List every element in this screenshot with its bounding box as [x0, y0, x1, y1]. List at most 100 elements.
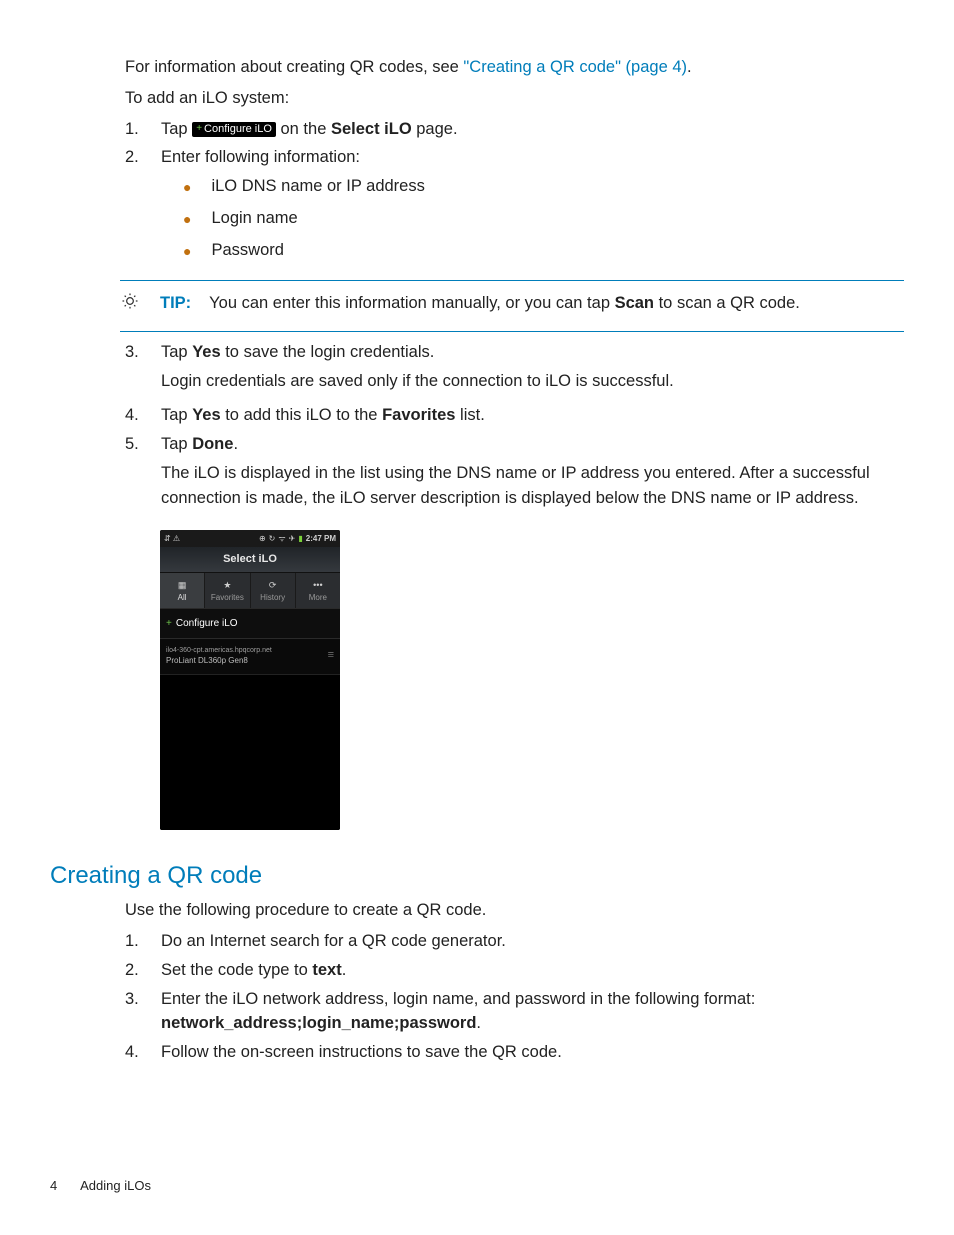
- step-number: 4.: [125, 403, 139, 428]
- step-content: Do an Internet search for a QR code gene…: [161, 929, 904, 954]
- text: Use the following procedure to create a …: [125, 898, 904, 923]
- sub-item: ●Login name: [183, 206, 904, 232]
- step-5: 5. Tap Done. The iLO is displayed in the…: [125, 432, 904, 516]
- step-1: 1. Tap +Configure iLO on the Select iLO …: [125, 117, 904, 142]
- phone-screenshot: ⇵ ⚠ ⊕ ↻ ᯤ ✈ ▮ 2:47 PM Select iLO ▦All ★F…: [160, 530, 340, 830]
- sub-item: ●Password: [183, 238, 904, 264]
- text: Tap: [161, 343, 192, 361]
- phone-title: Select iLO: [160, 547, 340, 573]
- page: For information about creating QR codes,…: [0, 0, 954, 1235]
- sub-list: ●iLO DNS name or IP address ●Login name …: [183, 174, 904, 264]
- text: page.: [412, 120, 458, 138]
- text: list.: [455, 406, 484, 424]
- qr-step-1: 1. Do an Internet search for a QR code g…: [125, 929, 904, 954]
- text: iLO DNS name or IP address: [211, 174, 424, 200]
- status-right: ⊕ ↻ ᯤ ✈ ▮ 2:47 PM: [259, 533, 336, 545]
- steps-list-1: 1. Tap +Configure iLO on the Select iLO …: [125, 117, 904, 271]
- page-number: 4: [50, 1178, 57, 1193]
- step-number: 5.: [125, 432, 139, 516]
- ilo-description: ProLiant DL360p Gen8: [166, 656, 248, 665]
- tab-label: Favorites: [211, 593, 244, 602]
- tab-favorites[interactable]: ★Favorites: [205, 573, 250, 609]
- step-4: 4. Tap Yes to add this iLO to the Favori…: [125, 403, 904, 428]
- section-heading-creating-qr: Creating a QR code: [50, 858, 904, 894]
- intro-block: For information about creating QR codes,…: [125, 55, 904, 111]
- bold-text: network_address;login_name;password: [161, 1014, 476, 1032]
- sync-icon: ↻: [269, 533, 276, 545]
- tip-text: TIP: You can enter this information manua…: [160, 291, 800, 319]
- bold-text: Scan: [615, 294, 654, 312]
- tip-label: TIP:: [160, 294, 191, 312]
- step-content: Tap Yes to add this iLO to the Favorites…: [161, 403, 904, 428]
- phone-status-bar: ⇵ ⚠ ⊕ ↻ ᯤ ✈ ▮ 2:47 PM: [160, 530, 340, 547]
- text: Tap: [161, 435, 192, 453]
- qr-step-3: 3. Enter the iLO network address, login …: [125, 987, 904, 1037]
- status-left-icons: ⇵ ⚠: [164, 533, 180, 545]
- step-number: 1.: [125, 117, 139, 142]
- battery-icon: ▮: [298, 533, 302, 545]
- step-content: Enter following information: ● iLO DNS na…: [161, 145, 904, 270]
- bold-text: Yes: [192, 406, 220, 424]
- configure-ilo-chip: +Configure iLO: [192, 122, 276, 137]
- bold-text: Favorites: [382, 406, 455, 424]
- text: Tap: [161, 406, 192, 424]
- bold-text: Done: [192, 435, 233, 453]
- phone-configure-row[interactable]: +Configure iLO: [160, 608, 340, 639]
- step-content: Enter the iLO network address, login nam…: [161, 987, 904, 1037]
- text: to add this iLO to the: [221, 406, 382, 424]
- step-content: Tap Yes to save the login credentials. L…: [161, 340, 904, 400]
- gps-icon: ⊕: [259, 533, 266, 545]
- tab-history[interactable]: ⟳History: [251, 573, 296, 609]
- airplane-icon: ✈: [289, 533, 296, 545]
- step-number: 4.: [125, 1040, 139, 1065]
- lightbulb-icon: [120, 291, 142, 319]
- bold-text: Select iLO: [331, 120, 412, 138]
- step-content: Set the code type to text.: [161, 958, 904, 983]
- text: Enter following information:: [161, 148, 360, 166]
- phone-tabs: ▦All ★Favorites ⟳History •••More: [160, 573, 340, 609]
- step-content: Tap +Configure iLO on the Select iLO pag…: [161, 117, 904, 142]
- qr-step-4: 4. Follow the on-screen instructions to …: [125, 1040, 904, 1065]
- wifi-icon: ᯤ: [278, 533, 285, 545]
- text: Password: [211, 238, 283, 264]
- bullet-icon: ●: [183, 174, 191, 200]
- drag-handle-icon: ≡: [328, 647, 334, 664]
- text: to scan a QR code.: [654, 294, 800, 312]
- footer-section: Adding iLOs: [80, 1178, 151, 1193]
- step-2: 2. Enter following information: ●iLO DNS…: [125, 145, 904, 270]
- status-time: 2:47 PM: [306, 533, 336, 545]
- bullet-icon: ●: [183, 206, 191, 232]
- tab-label: All: [178, 593, 187, 602]
- tab-more[interactable]: •••More: [296, 573, 340, 609]
- tab-all[interactable]: ▦All: [160, 573, 205, 609]
- text: Tap: [161, 120, 192, 138]
- text: The iLO is displayed in the list using t…: [161, 461, 904, 511]
- step-content: Tap Done. The iLO is displayed in the li…: [161, 432, 904, 516]
- phone-ilo-row[interactable]: ilo4-360-cpt.americas.hpqcorp.net ProLia…: [160, 639, 340, 675]
- step-3: 3. Tap Yes to save the login credentials…: [125, 340, 904, 400]
- tip-callout: TIP: You can enter this information manua…: [120, 280, 904, 332]
- ilo-entry: ilo4-360-cpt.americas.hpqcorp.net ProLia…: [166, 645, 272, 666]
- text: .: [687, 58, 692, 76]
- tab-label: More: [309, 593, 327, 602]
- text: You can enter this information manually,…: [209, 294, 614, 312]
- text: Login credentials are saved only if the …: [161, 369, 904, 394]
- sub-item: ● iLO DNS name or IP address: [183, 174, 904, 200]
- text: on the: [276, 120, 331, 138]
- intro-line-2: To add an iLO system:: [125, 86, 904, 111]
- page-footer: 4 Adding iLOs: [50, 1176, 151, 1196]
- steps-list-qr: 1. Do an Internet search for a QR code g…: [125, 929, 904, 1065]
- step-content: Follow the on-screen instructions to sav…: [161, 1040, 904, 1065]
- steps-list-2: 3. Tap Yes to save the login credentials…: [125, 340, 904, 517]
- step-number: 2.: [125, 958, 139, 983]
- text: to save the login credentials.: [221, 343, 435, 361]
- text: For information about creating QR codes,…: [125, 58, 463, 76]
- text: Set the code type to: [161, 961, 312, 979]
- step-number: 1.: [125, 929, 139, 954]
- text: .: [342, 961, 347, 979]
- ilo-address: ilo4-360-cpt.americas.hpqcorp.net: [166, 647, 272, 654]
- row-label: Configure iLO: [176, 618, 238, 629]
- tab-label: History: [260, 593, 285, 602]
- link-creating-qr[interactable]: "Creating a QR code" (page 4): [463, 58, 687, 76]
- qr-step-2: 2. Set the code type to text.: [125, 958, 904, 983]
